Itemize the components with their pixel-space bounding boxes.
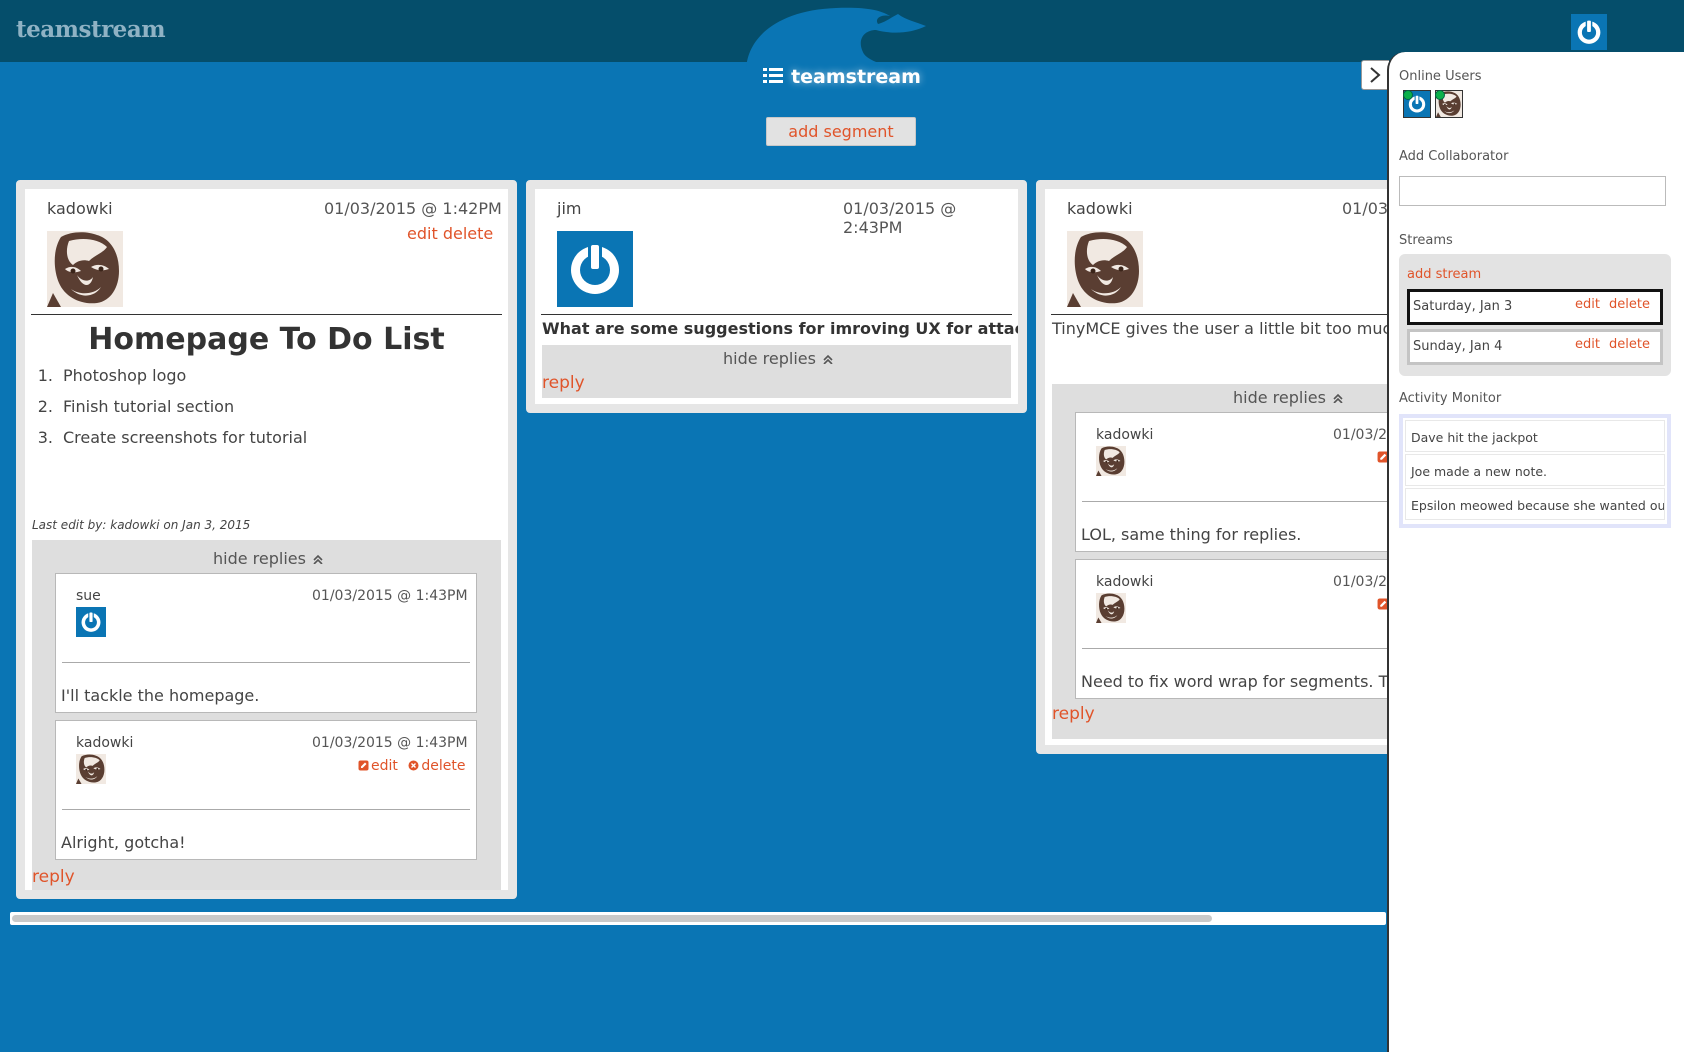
chevron-up-icon — [313, 554, 323, 564]
todo-list: 1. Photoshop logo 2. Finish tutorial secti… — [25, 365, 308, 458]
reply-card: sue 01/03/2015 @ 1:43PM I'll tackle the … — [55, 573, 477, 713]
reply-text: I'll tackle the homepage. — [61, 686, 260, 705]
center-title-text: teamstream — [791, 66, 921, 88]
activity-monitor-heading: Activity Monitor — [1399, 391, 1502, 406]
hide-replies-toggle[interactable]: hide replies — [1233, 388, 1344, 407]
edit-icon — [358, 760, 369, 771]
segment-author: kadowki — [1067, 199, 1133, 218]
add-stream-link[interactable]: add stream — [1407, 267, 1481, 282]
author-avatar — [47, 231, 123, 307]
reply-delete-link[interactable]: delete — [421, 758, 465, 774]
stream-item[interactable]: Saturday, Jan 3 edit delete — [1407, 289, 1663, 325]
list-icon — [763, 68, 784, 83]
activity-item: Epsilon meowed because she wanted out. — [1405, 488, 1665, 520]
online-status-dot — [1435, 90, 1445, 100]
segment-body: What are some suggestions for imroving U… — [542, 319, 1025, 338]
reply-author: kadowki — [1096, 427, 1154, 443]
replies-section: hide replies reply — [542, 345, 1011, 398]
reply-card: kadowki 01/03/2015 @ 1:43PM edit delete … — [55, 720, 477, 860]
segment-title: Homepage To Do List — [88, 322, 445, 357]
list-item: 2. Finish tutorial section — [37, 397, 235, 416]
collapse-panel-button[interactable] — [1361, 60, 1389, 90]
last-edit-info: Last edit by: kadowki on Jan 3, 2015 — [32, 518, 251, 532]
reply-text: LOL, same thing for replies. — [1081, 525, 1302, 544]
stream-delete-link[interactable]: delete — [1609, 297, 1650, 312]
chevron-up-icon — [1333, 393, 1343, 403]
stream-edit-link[interactable]: edit — [1575, 337, 1600, 352]
segment-divider — [541, 314, 1012, 315]
chevron-right-icon — [1370, 67, 1381, 83]
activity-monitor: Dave hit the jackpot Joe made a new note… — [1399, 414, 1671, 528]
online-users-heading: Online Users — [1399, 69, 1482, 84]
delete-circle-icon — [408, 760, 419, 771]
author-avatar — [557, 231, 633, 307]
streams-list: add stream Saturday, Jan 3 edit delete S… — [1399, 254, 1671, 376]
stream-edit-link[interactable]: edit — [1575, 297, 1600, 312]
hide-replies-toggle[interactable]: hide replies — [213, 549, 324, 568]
delete-link[interactable]: delete — [443, 224, 493, 243]
segment-actions: edit delete — [407, 224, 493, 243]
edit-link[interactable]: edit — [407, 224, 438, 243]
reply-link[interactable]: reply — [32, 867, 75, 887]
logout-power-button[interactable] — [1571, 14, 1607, 50]
reply-date: 01/03/2 — [1333, 427, 1387, 443]
add-collaborator-input[interactable] — [1399, 176, 1666, 206]
segment-date: 01/03 — [1342, 199, 1389, 218]
reply-link[interactable]: reply — [1052, 704, 1095, 724]
author-avatar — [1067, 231, 1143, 307]
reply-divider — [62, 662, 470, 663]
stream-item[interactable]: Sunday, Jan 4 edit delete — [1407, 329, 1663, 365]
reply-author: kadowki — [1096, 574, 1154, 590]
reply-author: kadowki — [76, 735, 134, 751]
scrollbar-thumb[interactable] — [12, 915, 1212, 922]
stream-delete-link[interactable]: delete — [1609, 337, 1650, 352]
reply-author: sue — [76, 588, 101, 604]
segment-date: 01/03/2015 @ 1:42PM — [324, 199, 502, 218]
brand-logo[interactable]: teamstream — [16, 16, 166, 43]
replies-section: hide replies sue 01/03/2015 @ 1:43PM I'l… — [32, 540, 501, 890]
chevron-up-icon — [823, 354, 833, 364]
online-status-dot — [1403, 90, 1413, 100]
activity-item: Dave hit the jackpot — [1405, 420, 1665, 452]
reply-avatar — [1096, 593, 1126, 623]
reply-avatar — [1096, 446, 1126, 476]
reply-date: 01/03/2015 @ 1:43PM — [312, 735, 468, 751]
side-panel: Online Users Add Collaborator Streams ad… — [1387, 52, 1684, 1052]
activity-item: Joe made a new note. — [1405, 454, 1665, 486]
list-item: 1. Photoshop logo — [37, 366, 187, 385]
segment-date: 01/03/2015 @ 2:43PM — [843, 199, 957, 237]
reply-avatar — [76, 607, 106, 637]
reply-date: 01/03/2015 @ 1:43PM — [312, 588, 468, 604]
segment-body: TinyMCE gives the user a little bit too … — [1052, 319, 1417, 338]
reply-text: Need to fix word wrap for segments. This — [1081, 672, 1412, 691]
reply-text: Alright, gotcha! — [61, 833, 186, 852]
segment-card: jim 01/03/2015 @ 2:43PM What are some su… — [526, 180, 1027, 413]
reply-actions: edit delete — [358, 758, 465, 774]
segment-card: kadowki 01/03/2015 @ 1:42PM edit delete … — [16, 180, 517, 899]
segment-author: jim — [557, 199, 582, 218]
segment-divider — [31, 314, 502, 315]
reply-link[interactable]: reply — [542, 373, 585, 393]
segment-author: kadowki — [47, 199, 113, 218]
wave-logo-graphic — [746, 7, 926, 72]
reply-avatar — [76, 754, 106, 784]
power-icon — [1571, 14, 1607, 50]
stream-name: Sunday, Jan 4 — [1413, 339, 1503, 354]
reply-divider — [62, 809, 470, 810]
stream-name: Saturday, Jan 3 — [1413, 299, 1513, 314]
add-collaborator-heading: Add Collaborator — [1399, 149, 1509, 164]
reply-date: 01/03/2 — [1333, 574, 1387, 590]
hide-replies-toggle[interactable]: hide replies — [723, 349, 834, 368]
streams-heading: Streams — [1399, 233, 1453, 248]
list-item: 3. Create screenshots for tutorial — [37, 428, 308, 447]
add-segment-button[interactable]: add segment — [766, 117, 916, 146]
reply-edit-link[interactable]: edit — [371, 758, 398, 774]
